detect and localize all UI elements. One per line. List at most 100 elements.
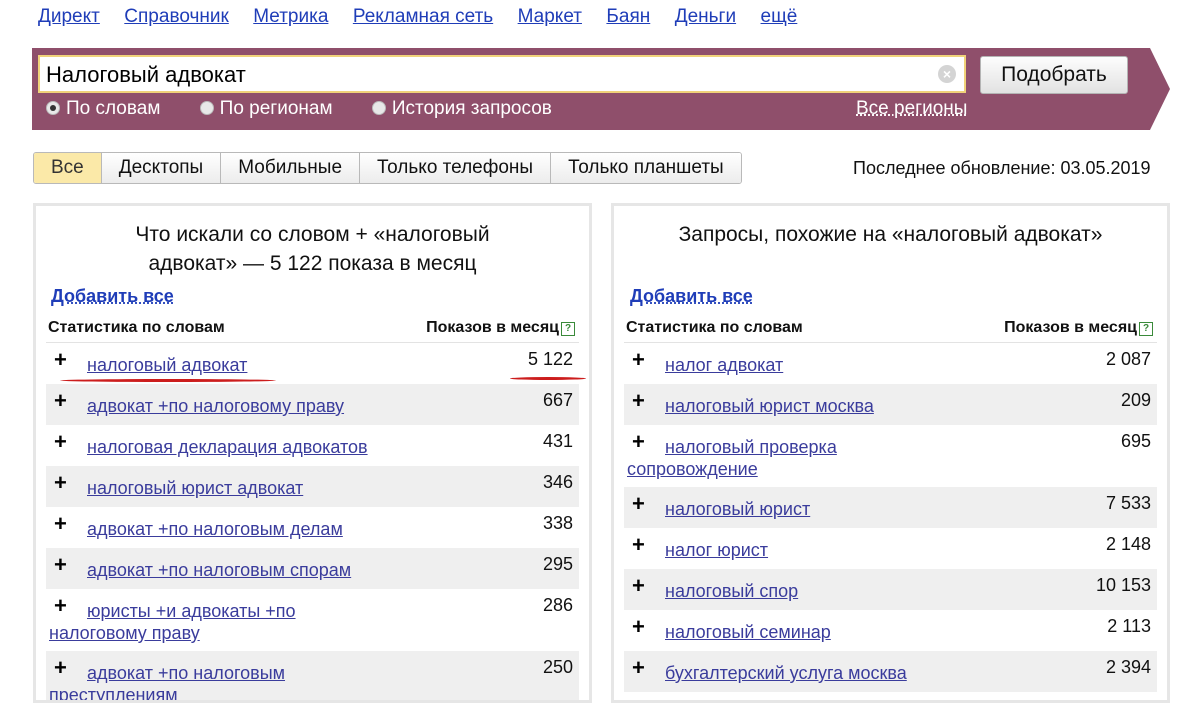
search-input[interactable] <box>46 61 926 89</box>
phrase-link[interactable]: адвокат +по налоговым делам <box>87 519 343 539</box>
phrase-link[interactable]: налог адвокат <box>665 355 783 375</box>
tab-phones-only[interactable]: Только телефоны <box>360 153 552 183</box>
highlight-underline <box>60 379 276 382</box>
col-count-label: Показов в месяц <box>426 319 559 336</box>
count-cell: 5 122 <box>527 349 573 369</box>
table-row: + адвокат +по налоговым спорам 295 <box>46 548 579 589</box>
col-count-head: Показов в месяц? <box>426 319 575 337</box>
table-row: + адвокат +по налоговым преступлениям 25… <box>46 651 579 700</box>
nav-bayan[interactable]: Баян <box>606 6 650 27</box>
phrase-link[interactable]: адвокат +по налоговому праву <box>87 396 344 416</box>
last-update: Последнее обновление: 03.05.2019 <box>853 158 1151 178</box>
nav-direct[interactable]: Директ <box>38 6 100 27</box>
phrase-link[interactable]: налоговый адвокат <box>87 355 247 375</box>
table-row: + адвокат +по налоговому праву 667 <box>46 384 579 425</box>
count-cell: 286 <box>542 595 573 615</box>
nav-metrika[interactable]: Метрика <box>253 6 328 27</box>
count-cell: 209 <box>1120 390 1151 410</box>
phrase-link[interactable]: адвокат +по налоговым спорам <box>87 560 351 580</box>
count-cell: 346 <box>542 472 573 492</box>
table-row: + налоговый проверка сопровождение 695 <box>624 425 1157 487</box>
phrase-cell: налоговый адвокат <box>49 354 469 376</box>
count-cell: 2 113 <box>1107 616 1151 636</box>
help-icon[interactable]: ? <box>561 322 575 336</box>
tab-tablets-only[interactable]: Только планшеты <box>551 153 741 183</box>
nav-reference[interactable]: Справочник <box>124 6 229 27</box>
help-icon[interactable]: ? <box>1139 322 1153 336</box>
phrase-link[interactable]: налоговый проверка сопровождение <box>627 437 837 479</box>
radio-dot-icon <box>46 101 60 115</box>
table-row: + налоговый семинар 2 113 <box>624 610 1157 651</box>
phrase-link[interactable]: бухгалтерский услуга москва <box>665 663 907 683</box>
table-row: + налоговый адвокат 5 122 <box>46 343 579 384</box>
count-cell: 431 <box>542 431 573 451</box>
phrase-link[interactable]: налог юрист <box>665 540 768 560</box>
add-all-left-link[interactable]: Добавить все <box>51 286 174 307</box>
phrase-cell: адвокат +по налоговым делам <box>49 518 469 540</box>
phrase-cell: адвокат +по налоговому праву <box>49 395 469 417</box>
left-panel-title: Что искали со словом + «налоговый адвока… <box>135 223 490 275</box>
left-panel: Что искали со словом + «налоговый адвока… <box>33 203 592 703</box>
col-phrase-head: Статистика по словам <box>626 319 803 336</box>
tab-desktops[interactable]: Десктопы <box>101 153 222 183</box>
radio-by-regions[interactable]: По регионам <box>199 98 333 120</box>
phrase-link[interactable]: юристы +и адвокаты +по налоговому праву <box>49 601 296 643</box>
search-band-arrow <box>1150 48 1170 130</box>
col-phrase-head: Статистика по словам <box>48 319 225 336</box>
nav-market[interactable]: Маркет <box>518 6 582 27</box>
phrase-cell: налоговый спор <box>627 580 1047 602</box>
nav-money[interactable]: Деньги <box>675 6 736 27</box>
all-regions-link[interactable]: Все регионы <box>856 98 967 120</box>
phrase-link[interactable]: налоговый юрист <box>665 499 810 519</box>
radio-dot-icon <box>199 101 214 115</box>
nav-ad-network[interactable]: Рекламная сеть <box>353 6 493 27</box>
count-cell: 667 <box>542 390 573 410</box>
table-row: + налоговый юрист 7 533 <box>624 487 1157 528</box>
phrase-cell: налоговый юрист москва <box>627 395 1047 417</box>
col-count-label: Показов в месяц <box>1004 319 1137 336</box>
count-cell: 295 <box>542 554 573 574</box>
phrase-cell: налоговый юрист адвокат <box>49 477 469 499</box>
clear-icon[interactable]: × <box>938 65 956 83</box>
col-count-head: Показов в месяц? <box>1004 319 1153 337</box>
pick-button[interactable]: Подобрать <box>980 56 1128 94</box>
count-cell: 2 394 <box>1105 657 1151 677</box>
phrase-link[interactable]: адвокат +по налоговым преступлениям <box>49 663 285 700</box>
table-row: + налоговый юрист москва 209 <box>624 384 1157 425</box>
phrase-cell: адвокат +по налоговым спорам <box>49 559 469 581</box>
phrase-link[interactable]: налоговый спор <box>665 581 798 601</box>
phrase-cell: налоговый семинар <box>627 621 1047 643</box>
table-row: + адвокат +по налоговым делам 338 <box>46 507 579 548</box>
radio-label: По словам <box>66 98 161 119</box>
table-row: + налоговый юрист адвокат 346 <box>46 466 579 507</box>
table-row: + налоговый спор 10 153 <box>624 569 1157 610</box>
table-row: + налог юрист 2 148 <box>624 528 1157 569</box>
phrase-cell: налоговый юрист <box>627 498 1047 520</box>
add-all-right-link[interactable]: Добавить все <box>630 286 753 307</box>
phrase-link[interactable]: налоговый юрист адвокат <box>87 478 303 498</box>
table-row: + налоговая декларация адвокатов 431 <box>46 425 579 466</box>
phrase-link[interactable]: налоговая декларация адвокатов <box>87 437 368 457</box>
phrase-cell: налог юрист <box>627 539 1047 561</box>
highlight-underline <box>510 377 586 380</box>
nav-more[interactable]: ещё <box>761 6 798 27</box>
table-row: + бухгалтерский услуга москва 2 394 <box>624 651 1157 692</box>
radio-by-words[interactable]: По словам <box>46 98 160 120</box>
table-row: + налог адвокат 2 087 <box>624 343 1157 384</box>
phrase-cell: налоговая декларация адвокатов <box>49 436 469 458</box>
phrase-cell: бухгалтерский услуга москва <box>627 662 1047 684</box>
radio-label: По регионам <box>219 98 333 119</box>
phrase-link[interactable]: налоговый юрист москва <box>665 396 874 416</box>
right-panel: Запросы, похожие на «налоговый адвокат» … <box>611 203 1170 703</box>
search-box: × <box>38 55 966 93</box>
phrase-cell: юристы +и адвокаты +по налоговому праву <box>49 600 349 644</box>
phrase-link[interactable]: налоговый семинар <box>665 622 831 642</box>
tab-mobile[interactable]: Мобильные <box>221 153 361 183</box>
radio-history[interactable]: История запросов <box>371 98 552 120</box>
radio-dot-icon <box>371 101 386 115</box>
tab-all[interactable]: Все <box>34 153 102 183</box>
top-nav: Директ Справочник Метрика Рекламная сеть… <box>38 6 817 32</box>
phrase-cell: адвокат +по налоговым преступлениям <box>49 662 349 700</box>
mode-radios: По словам По регионам История запросов <box>46 98 586 122</box>
phrase-cell: налог адвокат <box>627 354 1047 376</box>
